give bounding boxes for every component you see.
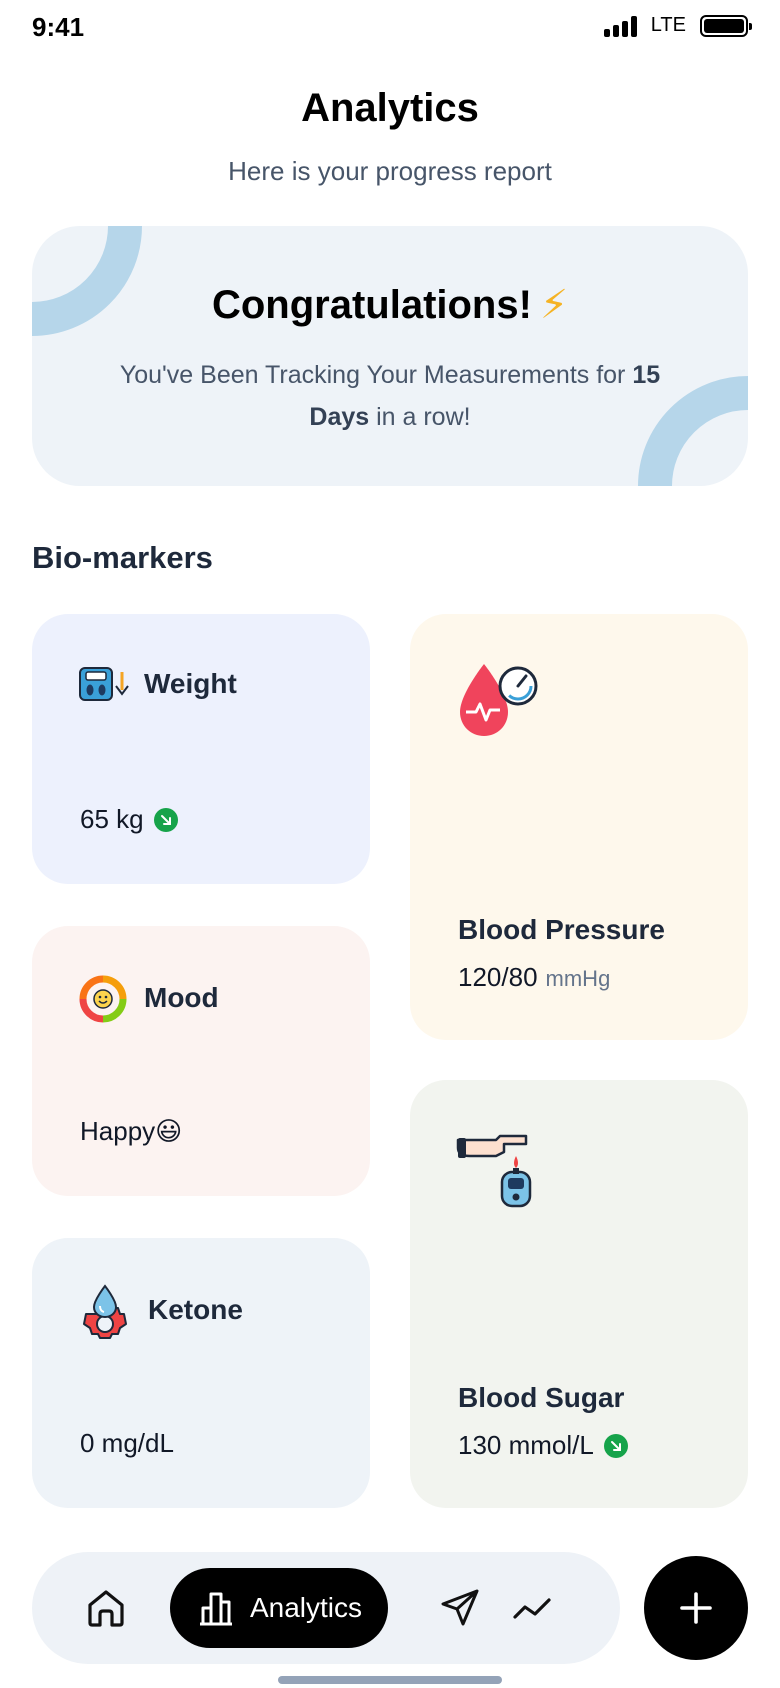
- weight-value-row: 65 kg: [80, 804, 178, 835]
- status-bar: 9:41 LTE: [0, 0, 780, 60]
- mood-card[interactable]: Mood Happy😃: [32, 926, 370, 1196]
- home-icon: [88, 1590, 124, 1627]
- blood-sugar-title: Blood Sugar: [458, 1382, 625, 1413]
- congrats-text-after: in a row!: [369, 403, 471, 431]
- ketone-icon: [78, 1284, 132, 1345]
- nav-trends[interactable]: [504, 1580, 560, 1636]
- congrats-heading: Congratulations!: [211, 283, 532, 327]
- trend-line-icon: [513, 1598, 551, 1619]
- add-measurement-button[interactable]: [644, 1556, 748, 1660]
- nav-send[interactable]: [432, 1580, 488, 1636]
- blood-sugar-value-row: 130 mmol/L: [458, 1430, 628, 1461]
- page-subtitle: Here is your progress report: [228, 156, 552, 186]
- blood-pressure-value-row: 120/80 mmHg: [458, 962, 610, 993]
- blood-pressure-unit: mmHg: [545, 966, 611, 991]
- nav-home[interactable]: [78, 1580, 134, 1636]
- congrats-text-before: You've Been Tracking Your Measurements f…: [119, 361, 633, 389]
- blood-sugar-value: 130 mmol/L: [458, 1430, 594, 1460]
- mood-title: Mood: [144, 982, 219, 1013]
- blood-pressure-title: Blood Pressure: [458, 914, 665, 945]
- section-title: Bio-markers: [32, 540, 213, 575]
- trend-down-icon: [603, 1433, 628, 1458]
- mood-value: Happy😃: [80, 1116, 183, 1146]
- battery-icon: [700, 14, 752, 37]
- plus-icon: [680, 1592, 712, 1624]
- glucose-meter-icon: [456, 1126, 540, 1215]
- blood-pressure-value: 120/80: [458, 962, 538, 992]
- congrats-title: Congratulations! ⚡: [32, 282, 748, 328]
- bottom-nav: Analytics: [32, 1552, 620, 1664]
- network-label: LTE: [650, 14, 686, 36]
- ketone-value: 0 mg/dL: [80, 1428, 174, 1458]
- congrats-banner: Congratulations! ⚡ You've Been Tracking Y…: [32, 226, 748, 486]
- mood-icon: [78, 974, 128, 1029]
- weight-title: Weight: [144, 668, 237, 699]
- send-icon: [441, 1589, 479, 1626]
- blood-pressure-icon: [456, 660, 540, 747]
- lightning-icon: ⚡: [539, 283, 569, 327]
- status-time: 9:41: [32, 12, 85, 42]
- blood-pressure-card[interactable]: Blood Pressure 120/80 mmHg: [410, 614, 748, 1040]
- bar-chart-icon: [199, 1592, 232, 1626]
- status-indicators: LTE: [603, 14, 752, 37]
- congrats-message: You've Been Tracking Your Measurements f…: [92, 354, 688, 438]
- ketone-card[interactable]: Ketone 0 mg/dL: [32, 1238, 370, 1508]
- scale-icon: [78, 664, 130, 709]
- nav-analytics[interactable]: Analytics: [170, 1568, 388, 1648]
- nav-analytics-label: Analytics: [249, 1592, 363, 1623]
- page-title: Analytics: [301, 86, 479, 130]
- home-indicator[interactable]: [278, 1676, 502, 1684]
- weight-card[interactable]: Weight 65 kg: [32, 614, 370, 884]
- blood-sugar-card[interactable]: Blood Sugar 130 mmol/L: [410, 1080, 748, 1508]
- trend-down-icon: [153, 807, 178, 832]
- signal-icon: [603, 15, 637, 37]
- ketone-title: Ketone: [148, 1294, 243, 1325]
- weight-value: 65 kg: [80, 804, 144, 834]
